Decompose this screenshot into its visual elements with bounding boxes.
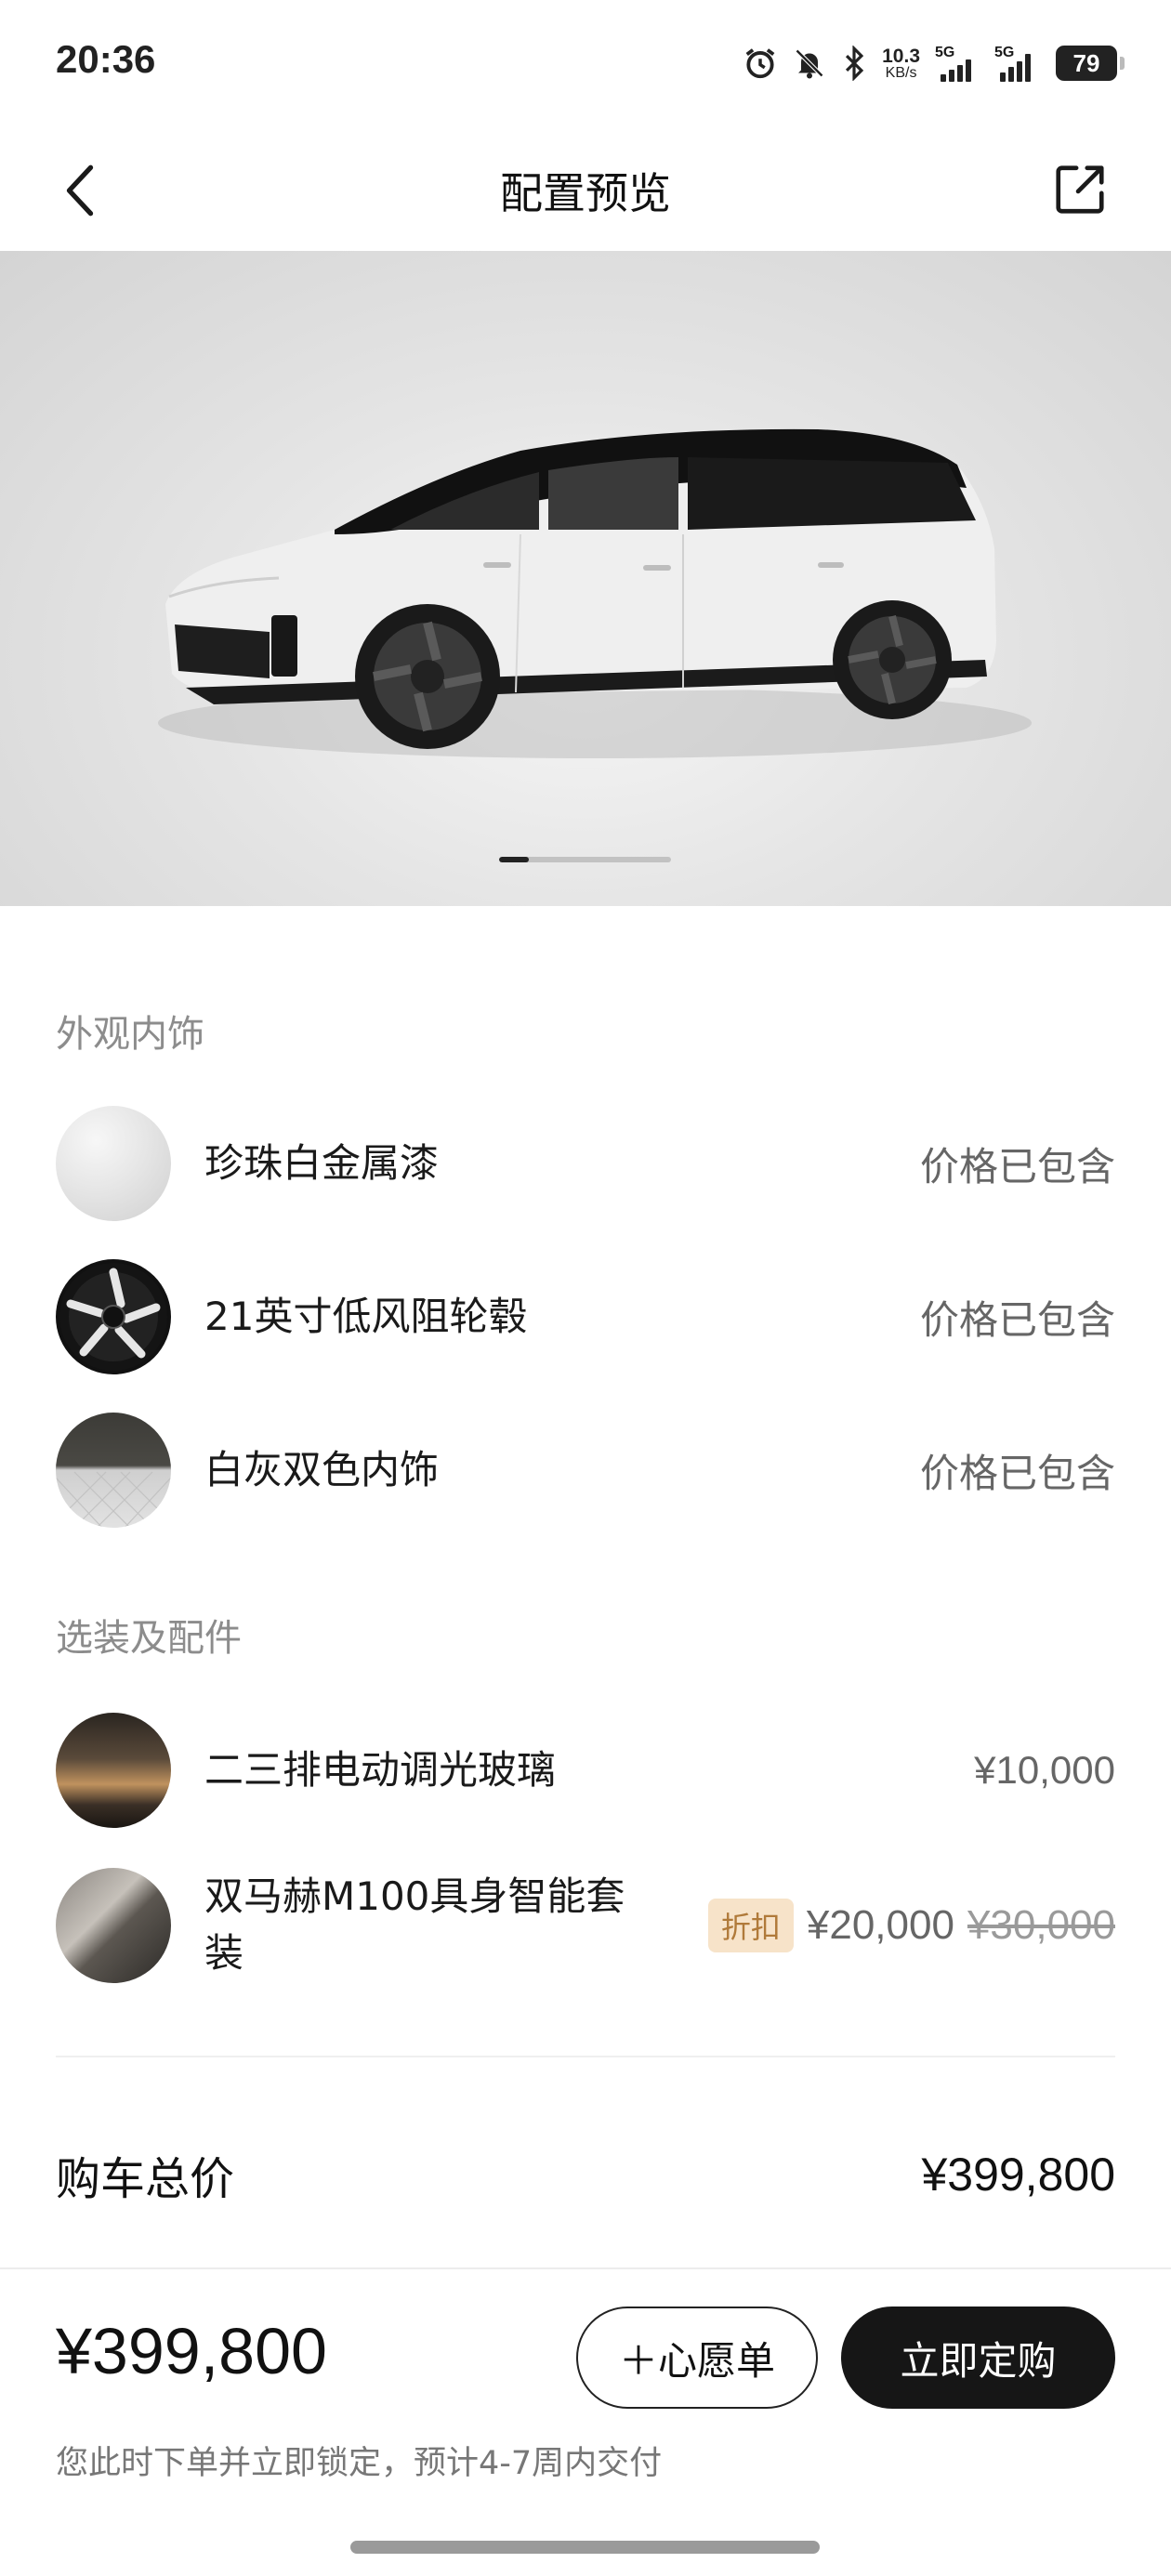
wheel-icon [59,1263,167,1371]
item-label: 双马赫M100具身智能套装 [204,1873,625,1976]
section-title-exterior-interior: 外观内饰 [56,1013,204,1056]
signal-icon: 5G [935,45,980,82]
status-time: 20:36 [56,37,156,81]
discount-badge: 折扣 [707,1899,794,1952]
wishlist-button[interactable]: ＋心愿单 [576,2307,818,2409]
footer-divider [0,2267,1171,2269]
share-button[interactable] [1043,152,1117,227]
status-bar: 20:36 10.3 KB/s 5G 5G 79 [0,0,1171,130]
bluetooth-icon [846,46,864,81]
total-label: 购车总价 [56,2153,235,2205]
delivery-note: 您此时下单并立即锁定，预计4-7周内交付 [56,2445,663,2482]
two-tone-interior-swatch [56,1413,171,1528]
item-price: ¥10,000 [974,1748,1115,1792]
nav-bar: 配置预览 [0,130,1171,251]
list-item: 21英寸低风阻轮毂 价格已包含 [56,1259,1115,1374]
dimming-glass-thumb [56,1713,171,1828]
price-group: 折扣 ¥20,000 ¥30,000 [707,1899,1115,1952]
footer-price: ¥399,800 [56,2315,327,2387]
signal-icon: 5G [994,45,1041,82]
item-label: 21英寸低风阻轮毂 [204,1293,528,1339]
divider [56,2056,1115,2057]
item-label: 珍珠白金属漆 [204,1139,440,1186]
item-label: 白灰双色内饰 [204,1446,440,1492]
smart-package-thumb [56,1868,171,1983]
list-item: 珍珠白金属漆 价格已包含 [56,1106,1115,1221]
discount-price: ¥20,000 [806,1902,954,1948]
list-item: 双马赫M100具身智能套装 折扣 ¥20,000 ¥30,000 [56,1868,1115,1983]
wheel-rim-swatch [56,1259,171,1374]
item-price: 价格已包含 [919,1450,1115,1496]
share-icon [1056,165,1104,214]
item-price: 价格已包含 [919,1143,1115,1189]
carousel-indicator-active [499,857,529,862]
list-item: 白灰双色内饰 价格已包含 [56,1413,1115,1528]
order-now-button[interactable]: 立即定购 [841,2307,1115,2409]
item-label: 二三排电动调光玻璃 [204,1746,557,1793]
fabric-pattern [56,1471,171,1528]
page-title: 配置预览 [500,168,671,218]
car-illustration [158,428,1032,758]
pearl-white-paint-swatch [56,1106,171,1221]
total-row: 购车总价 ¥399,800 [56,2128,1115,2221]
net-speed: 10.3 KB/s [882,45,920,81]
original-price: ¥30,000 [967,1902,1115,1948]
total-value: ¥399,800 [921,2149,1115,2201]
alarm-icon [745,48,775,79]
item-price: 价格已包含 [919,1296,1115,1343]
mute-bell-icon [796,48,824,79]
home-indicator[interactable] [350,2541,820,2554]
battery-icon: 79 [1056,46,1125,81]
list-item: 二三排电动调光玻璃 ¥10,000 [56,1713,1115,1828]
car-hero-image[interactable] [0,251,1171,906]
section-title-options: 选装及配件 [56,1617,242,1660]
carousel-indicator [499,857,671,862]
status-icons: 10.3 KB/s 5G 5G 79 [743,41,1125,85]
